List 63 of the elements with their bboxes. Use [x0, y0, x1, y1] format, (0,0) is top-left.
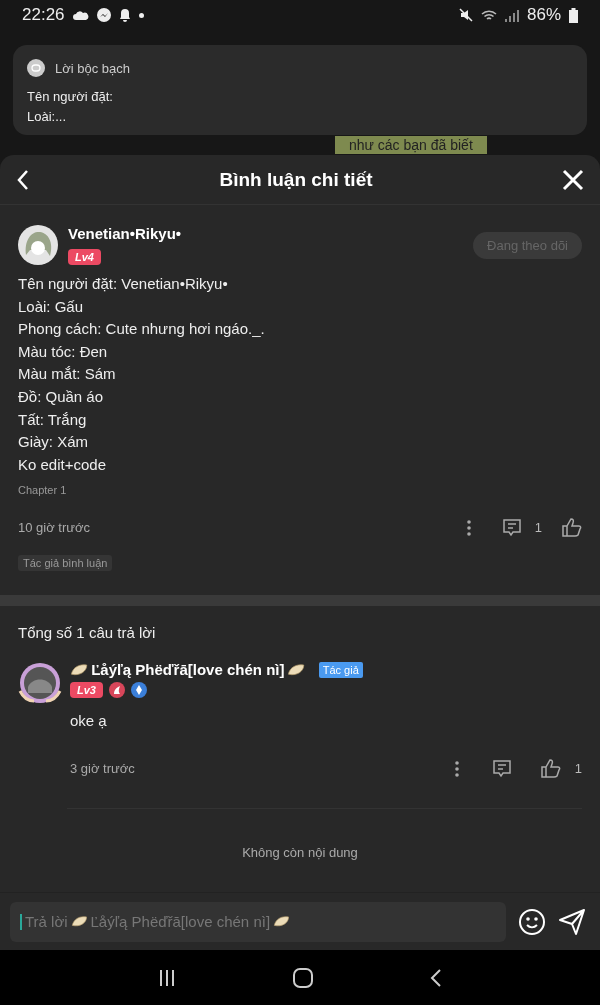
reply-placeholder: Trả lời	[25, 913, 68, 930]
more-icon[interactable]	[454, 760, 459, 777]
author-name[interactable]: Venetian•Rikyu•	[68, 225, 464, 242]
comment-author-tag: Tác giả bình luận	[18, 555, 113, 572]
cloud-icon	[72, 10, 89, 20]
nav-back-button[interactable]	[429, 967, 442, 988]
replies-total: Tổng số 1 câu trả lời	[17, 623, 157, 642]
send-button[interactable]	[558, 907, 586, 936]
comment-text: Giày: Xám	[18, 432, 90, 453]
reply-time: 3 giờ trước	[70, 761, 136, 777]
more-icon[interactable]	[466, 519, 471, 536]
dumpling-icon	[273, 915, 290, 928]
home-button[interactable]	[293, 967, 313, 988]
dumpling-icon	[287, 662, 306, 677]
comment-text: Tất: Trắng	[18, 409, 88, 430]
dumpling-icon	[70, 915, 88, 928]
like-count: 1	[574, 761, 582, 777]
emoji-button[interactable]	[518, 907, 546, 936]
dot-icon	[138, 12, 144, 18]
dumpling-icon	[70, 662, 89, 677]
messenger-icon	[96, 8, 111, 22]
status-time: 22:26	[22, 5, 65, 25]
notification-text: Tên người đặt:	[27, 89, 114, 105]
notification-card[interactable]: Lời bộc bạch Tên người đặt: Loài:...	[13, 45, 587, 135]
reply-text: oke ạ	[70, 712, 108, 730]
battery-icon	[569, 7, 578, 23]
wifi-icon	[480, 8, 497, 22]
comment-text: Phong cách: Cute nhưng hơi ngáo._.	[18, 319, 266, 340]
comment-text: Đồ: Quần áo	[18, 386, 105, 407]
thumbs-up-icon[interactable]	[540, 759, 561, 779]
comment-text: Màu tóc: Đen	[18, 341, 109, 362]
comment-text: Loài: Gấu	[18, 296, 85, 317]
avatar[interactable]	[18, 661, 62, 706]
reply-placeholder: Ľåýľą Phëďřā[love chén nì]	[90, 913, 271, 930]
text-cursor	[20, 913, 22, 930]
notification-app-name: Lời bộc bạch	[55, 60, 131, 76]
chat-icon	[27, 59, 45, 77]
bell-icon	[118, 8, 131, 22]
diamond-badge-icon	[130, 682, 147, 699]
comment-text: Ko edit+code	[18, 454, 107, 475]
signal-icon	[504, 8, 519, 22]
comment-text: Tên người đặt: Venetian•Rikyu•	[18, 274, 229, 294]
page-title: Bình luận chi tiết	[219, 168, 373, 191]
chat-bubble: như các bạn đã biết	[335, 136, 487, 154]
thumbs-up-icon[interactable]	[562, 518, 582, 538]
avatar[interactable]	[18, 225, 58, 265]
level-badge: Lv4	[68, 249, 101, 265]
reply-count: 1	[534, 520, 542, 536]
chapter-label: Chapter 1	[18, 484, 68, 497]
level-badge: Lv3	[70, 682, 103, 699]
end-of-content-note: Không còn nội dung	[241, 845, 359, 861]
comment-icon[interactable]	[502, 518, 521, 537]
notification-text: Loài:...	[27, 109, 68, 125]
recent-apps-button[interactable]	[158, 968, 177, 987]
close-button[interactable]	[562, 168, 584, 191]
author-badge: Tác giả	[318, 661, 363, 678]
mute-icon	[458, 8, 473, 22]
comment-text: Màu mắt: Sám	[18, 364, 117, 385]
author-name[interactable]: Ľåýľą Phëďřā[love chén nì]	[91, 661, 285, 679]
comment-time: 10 giờ trước	[18, 520, 91, 536]
back-button[interactable]	[16, 168, 30, 191]
comment-icon[interactable]	[492, 759, 511, 778]
battery-percent: 86%	[526, 5, 561, 25]
